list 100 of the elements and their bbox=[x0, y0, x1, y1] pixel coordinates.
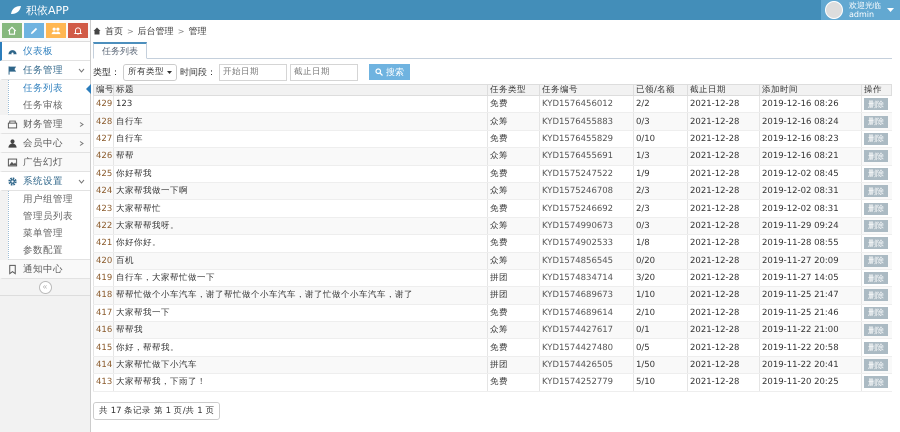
shortcut-button[interactable] bbox=[2, 23, 22, 38]
table-cell: 免费 bbox=[488, 374, 540, 392]
breadcrumb-link[interactable]: 管理 bbox=[188, 24, 206, 38]
table-cell: 众筹 bbox=[488, 217, 540, 235]
table-cell: 拼团 bbox=[488, 356, 540, 374]
breadcrumb-separator: > bbox=[178, 26, 184, 36]
table-cell: 你好，帮帮我。 bbox=[114, 338, 488, 356]
table-cell: 你好你好。 bbox=[114, 234, 488, 252]
start-date-field[interactable]: 开始日期 bbox=[219, 64, 287, 80]
table-cell: 1/10 bbox=[634, 286, 688, 304]
avatar bbox=[825, 1, 843, 19]
breadcrumb-link[interactable]: 首页 bbox=[105, 24, 123, 38]
table-cell: 众筹 bbox=[488, 112, 540, 130]
pencil-icon bbox=[29, 26, 39, 36]
submenu-item[interactable]: 参数配置 bbox=[9, 242, 90, 259]
submenu-item[interactable]: 菜单管理 bbox=[9, 225, 90, 242]
table-cell: 2019-11-22 21:00 bbox=[760, 322, 862, 339]
app-name: 积依APP bbox=[26, 2, 69, 18]
shortcut-button[interactable] bbox=[24, 23, 44, 38]
sidebar-item[interactable]: 通知中心 bbox=[0, 260, 90, 279]
table-cell: 众筹 bbox=[488, 148, 540, 166]
column-header: 编号 bbox=[94, 84, 114, 96]
table-cell: KYD1574689673 bbox=[540, 286, 634, 304]
delete-button[interactable]: 删除 bbox=[864, 359, 888, 372]
sidebar-item[interactable]: 系统设置 bbox=[0, 172, 90, 191]
sidebar-item[interactable]: 广告幻灯 bbox=[0, 153, 90, 172]
table-cell: 2019-11-28 08:55 bbox=[760, 234, 862, 252]
leaf-icon bbox=[10, 5, 22, 15]
table-cell: 2021-12-28 bbox=[688, 252, 760, 270]
tab[interactable]: 任务列表 bbox=[93, 42, 147, 59]
submenu-item[interactable]: 任务审核 bbox=[9, 97, 90, 114]
type-select[interactable]: 所有类型 bbox=[123, 64, 177, 80]
table-cell: 免费 bbox=[488, 338, 540, 356]
user-menu[interactable]: 欢迎光临 admin bbox=[821, 0, 900, 20]
table-cell: 2021-12-28 bbox=[688, 356, 760, 374]
table-cell: 2021-12-28 bbox=[688, 322, 760, 339]
table-cell: 2019-11-27 20:09 bbox=[760, 252, 862, 270]
table-cell: 帮帮 bbox=[114, 148, 488, 166]
table-cell: 帮帮我 bbox=[114, 322, 488, 339]
table-cell: 414 bbox=[94, 356, 114, 374]
table-cell: 423 bbox=[94, 200, 114, 218]
table-cell: 众筹 bbox=[488, 182, 540, 200]
table-cell: 大家帮帮我呀。 bbox=[114, 217, 488, 235]
submenu-item[interactable]: 用户组管理 bbox=[9, 191, 90, 208]
delete-button[interactable]: 删除 bbox=[864, 220, 888, 232]
caret-icon bbox=[887, 8, 894, 12]
delete-button[interactable]: 删除 bbox=[864, 202, 888, 215]
delete-button[interactable]: 删除 bbox=[864, 116, 888, 128]
end-date-field[interactable]: 截止日期 bbox=[290, 64, 358, 80]
delete-button[interactable]: 删除 bbox=[864, 324, 888, 336]
table-cell: 428 bbox=[94, 112, 114, 130]
table-cell: 416 bbox=[94, 322, 114, 339]
table-cell: 1/8 bbox=[634, 234, 688, 252]
delete-button[interactable]: 删除 bbox=[864, 237, 888, 250]
column-header: 截止日期 bbox=[688, 84, 760, 96]
bookmark-icon bbox=[7, 264, 18, 274]
table-cell: KYD1574856545 bbox=[540, 252, 634, 270]
table-cell: 免费 bbox=[488, 234, 540, 252]
table-cell: 415 bbox=[94, 338, 114, 356]
delete-button[interactable]: 删除 bbox=[864, 168, 888, 180]
table-cell: KYD1575247522 bbox=[540, 165, 634, 182]
table-cell: 2021-12-28 bbox=[688, 217, 760, 235]
table-cell: 2019-12-02 08:31 bbox=[760, 200, 862, 218]
submenu-item[interactable]: 管理员列表 bbox=[9, 208, 90, 225]
users-icon bbox=[51, 26, 61, 36]
shortcut-button[interactable] bbox=[68, 23, 88, 38]
table-cell: 2019-11-22 20:58 bbox=[760, 338, 862, 356]
delete-button[interactable]: 删除 bbox=[864, 272, 888, 284]
delete-button[interactable]: 删除 bbox=[864, 289, 888, 302]
table-cell: 1/9 bbox=[634, 165, 688, 182]
sidebar-item[interactable]: 任务管理 bbox=[0, 61, 90, 80]
table-cell: 0/3 bbox=[634, 217, 688, 235]
table-cell: KYD1576455691 bbox=[540, 148, 634, 166]
delete-button[interactable]: 删除 bbox=[864, 376, 888, 388]
home-icon bbox=[93, 27, 101, 35]
table-cell: 大家帮我做一下啊 bbox=[114, 182, 488, 200]
delete-button[interactable]: 删除 bbox=[864, 185, 888, 198]
delete-button[interactable]: 删除 bbox=[864, 306, 888, 319]
sidebar-item[interactable]: 财务管理 bbox=[0, 115, 90, 134]
user-name: admin bbox=[849, 10, 876, 19]
settings-icon bbox=[7, 176, 18, 186]
sidebar-item[interactable]: 仪表板 bbox=[0, 42, 90, 61]
user-greeting: 欢迎光临 bbox=[849, 1, 881, 10]
table-cell: KYD1575246692 bbox=[540, 200, 634, 218]
collapse-button[interactable]: « bbox=[38, 280, 52, 294]
delete-button[interactable]: 删除 bbox=[864, 342, 888, 354]
sidebar-item[interactable]: 会员中心 bbox=[0, 134, 90, 153]
delete-button[interactable]: 删除 bbox=[864, 98, 888, 110]
search-button[interactable]: 搜索 bbox=[369, 64, 410, 80]
shortcut-button[interactable] bbox=[46, 23, 66, 38]
chevron-icon bbox=[78, 178, 85, 184]
table-cell: 百机 bbox=[114, 252, 488, 270]
delete-button[interactable]: 删除 bbox=[864, 132, 888, 145]
table-cell: KYD1574252779 bbox=[540, 374, 634, 392]
table-cell: 大家帮帮忙 bbox=[114, 200, 488, 218]
table-cell: 2021-12-28 bbox=[688, 182, 760, 200]
delete-button[interactable]: 删除 bbox=[864, 150, 888, 162]
breadcrumb-link[interactable]: 后台管理 bbox=[138, 24, 174, 38]
delete-button[interactable]: 删除 bbox=[864, 254, 888, 267]
table-cell: 426 bbox=[94, 148, 114, 166]
